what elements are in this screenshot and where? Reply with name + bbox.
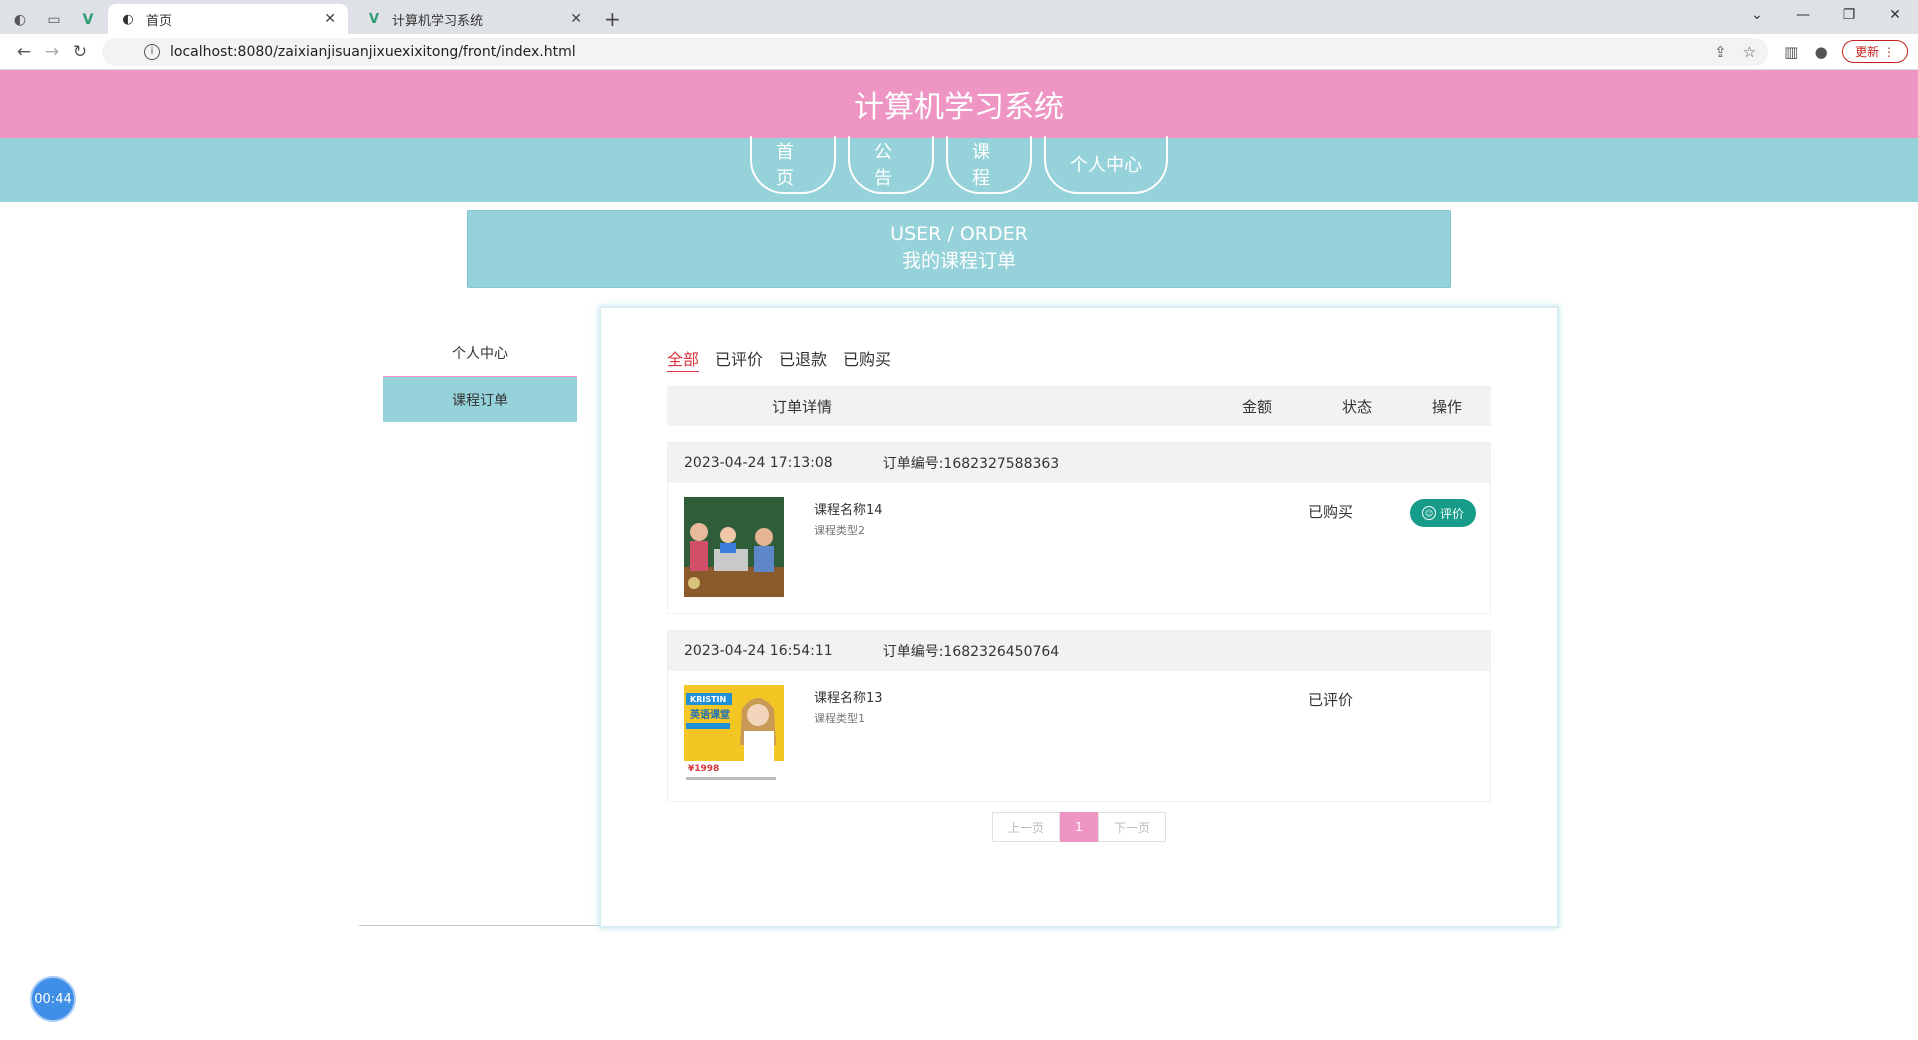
- minimize-icon[interactable]: —: [1780, 0, 1826, 30]
- main-area: 个人中心 课程订单 全部 已评价 已退款 已购买 订单详情 金额 状态 操作 2…: [359, 306, 1559, 928]
- order-header: 2023-04-24 17:13:08 订单编号:1682327588363: [668, 443, 1490, 483]
- filter-refunded[interactable]: 已退款: [779, 346, 827, 372]
- globe-icon: ◐: [122, 11, 134, 27]
- globe-icon: ◐: [13, 12, 27, 28]
- thumb-price: ¥1998: [688, 764, 719, 774]
- restore-icon[interactable]: ❐: [1826, 0, 1872, 30]
- url-field[interactable]: i localhost:8080/zaixianjisuanjixuexixit…: [102, 37, 1769, 66]
- order-card: 2023-04-24 17:13:08 订单编号:1682327588363 课…: [667, 442, 1491, 614]
- share-icon[interactable]: ⇪: [1714, 43, 1727, 61]
- main-nav: 首页 公告 课程 个人中心: [0, 136, 1918, 202]
- window-controls: ⌄ — ❐ ✕: [1734, 0, 1918, 30]
- col-amount: 金额: [1241, 397, 1272, 416]
- col-status: 状态: [1341, 397, 1372, 416]
- sidepanel-icon[interactable]: ▥: [1776, 43, 1806, 61]
- filter-purchased[interactable]: 已购买: [843, 346, 891, 372]
- thumb-brand: KRISTIN: [690, 695, 726, 704]
- page-number-1[interactable]: 1: [1060, 812, 1098, 842]
- course-type: 课程类型1: [814, 712, 865, 725]
- info-icon[interactable]: i: [144, 43, 160, 60]
- pinned-tab-2[interactable]: ▭: [40, 6, 68, 34]
- order-time: 2023-04-24 16:54:11: [684, 643, 833, 659]
- course-name[interactable]: 课程名称14: [814, 499, 883, 518]
- filter-rated[interactable]: 已评价: [715, 346, 763, 372]
- course-thumbnail[interactable]: [684, 497, 784, 597]
- order-status: 已评价: [1308, 691, 1354, 709]
- reload-icon[interactable]: ↻: [66, 42, 94, 62]
- profile-icon[interactable]: ●: [1806, 43, 1836, 61]
- tab-title: 首页: [146, 13, 173, 29]
- nav-course[interactable]: 课程: [946, 136, 1032, 194]
- orders-table-header: 订单详情 金额 状态 操作: [667, 386, 1491, 426]
- vue-icon: V: [82, 12, 94, 28]
- order-number: 订单编号:1682326450764: [882, 644, 1060, 660]
- back-icon[interactable]: ←: [10, 42, 38, 62]
- timer-badge[interactable]: 00:44: [30, 976, 76, 1022]
- sidebar-item-user-center[interactable]: 个人中心: [383, 330, 577, 376]
- course-thumbnail[interactable]: KRISTIN 英语课堂 ¥1998: [684, 685, 784, 785]
- filter-all[interactable]: 全部: [667, 346, 700, 372]
- browser-tab-bar: ◐ ▭ V ◐ 首页 ✕ V 计算机学习系统 ✕ + ⌄ — ❐ ✕: [0, 0, 1918, 34]
- order-body: 课程名称14 课程类型2 已购买 ☺ 评价: [668, 483, 1490, 613]
- tab-title: 计算机学习系统: [392, 13, 484, 29]
- banner-en: USER / ORDER: [890, 223, 1028, 245]
- update-label: 更新: [1855, 45, 1880, 59]
- next-page-button[interactable]: 下一页: [1098, 812, 1166, 842]
- thumb-title: 英语课堂: [689, 708, 730, 721]
- orders-panel: 全部 已评价 已退款 已购买 订单详情 金额 状态 操作 2023-04-24 …: [599, 306, 1559, 928]
- pinned-tab-3[interactable]: V: [74, 6, 102, 34]
- page-icon: ▭: [47, 12, 61, 28]
- pagination: 上一页 1 下一页: [667, 812, 1491, 842]
- rate-button-label: 评价: [1439, 506, 1464, 521]
- col-order-detail: 订单详情: [772, 397, 833, 416]
- rate-button[interactable]: ☺ 评价: [1410, 499, 1476, 527]
- vue-icon: V: [368, 11, 380, 27]
- order-number: 订单编号:1682327588363: [882, 456, 1060, 472]
- nav-user-center[interactable]: 个人中心: [1044, 136, 1168, 194]
- tab-system[interactable]: V 计算机学习系统 ✕: [354, 4, 594, 34]
- smile-icon: ☺: [1421, 506, 1436, 520]
- sidebar: 个人中心 课程订单: [359, 306, 599, 926]
- course-info: 课程名称14 课程类型2: [814, 497, 883, 613]
- banner-zh: 我的课程订单: [901, 250, 1016, 272]
- prev-page-button[interactable]: 上一页: [992, 812, 1060, 842]
- chevron-down-icon[interactable]: ⌄: [1734, 0, 1780, 30]
- url-text: localhost:8080/zaixianjisuanjixuexixiton…: [170, 43, 576, 60]
- tab-home[interactable]: ◐ 首页 ✕: [108, 4, 348, 34]
- order-body: KRISTIN 英语课堂 ¥1998 课程名称13 课程类型1 已评价: [668, 671, 1490, 801]
- site-header: 计算机学习系统: [0, 70, 1918, 138]
- nav-notice[interactable]: 公告: [848, 136, 934, 194]
- close-icon[interactable]: ✕: [570, 11, 582, 27]
- order-card: 2023-04-24 16:54:11 订单编号:1682326450764 K…: [667, 630, 1491, 802]
- new-tab-icon[interactable]: +: [604, 4, 621, 34]
- order-status: 已购买: [1308, 503, 1354, 521]
- sidebar-item-course-orders[interactable]: 课程订单: [383, 376, 577, 422]
- update-button[interactable]: 更新 ⋮: [1842, 40, 1908, 63]
- pinned-tab-1[interactable]: ◐: [6, 6, 34, 34]
- page-banner: USER / ORDER 我的课程订单: [467, 210, 1451, 288]
- nav-home[interactable]: 首页: [750, 136, 836, 194]
- order-filter-tabs: 全部 已评价 已退款 已购买: [667, 346, 1491, 372]
- course-name[interactable]: 课程名称13: [814, 687, 883, 706]
- order-time: 2023-04-24 17:13:08: [684, 455, 833, 471]
- course-info: 课程名称13 课程类型1: [814, 685, 883, 801]
- address-bar: ← → ↻ i localhost:8080/zaixianjisuanjixu…: [0, 34, 1918, 70]
- site-title: 计算机学习系统: [854, 90, 1064, 125]
- close-icon[interactable]: ✕: [324, 11, 336, 27]
- order-header: 2023-04-24 16:54:11 订单编号:1682326450764: [668, 631, 1490, 671]
- col-action: 操作: [1431, 397, 1462, 416]
- star-icon[interactable]: ☆: [1743, 43, 1756, 61]
- course-type: 课程类型2: [814, 524, 865, 537]
- forward-icon[interactable]: →: [38, 42, 66, 62]
- close-window-icon[interactable]: ✕: [1872, 0, 1918, 30]
